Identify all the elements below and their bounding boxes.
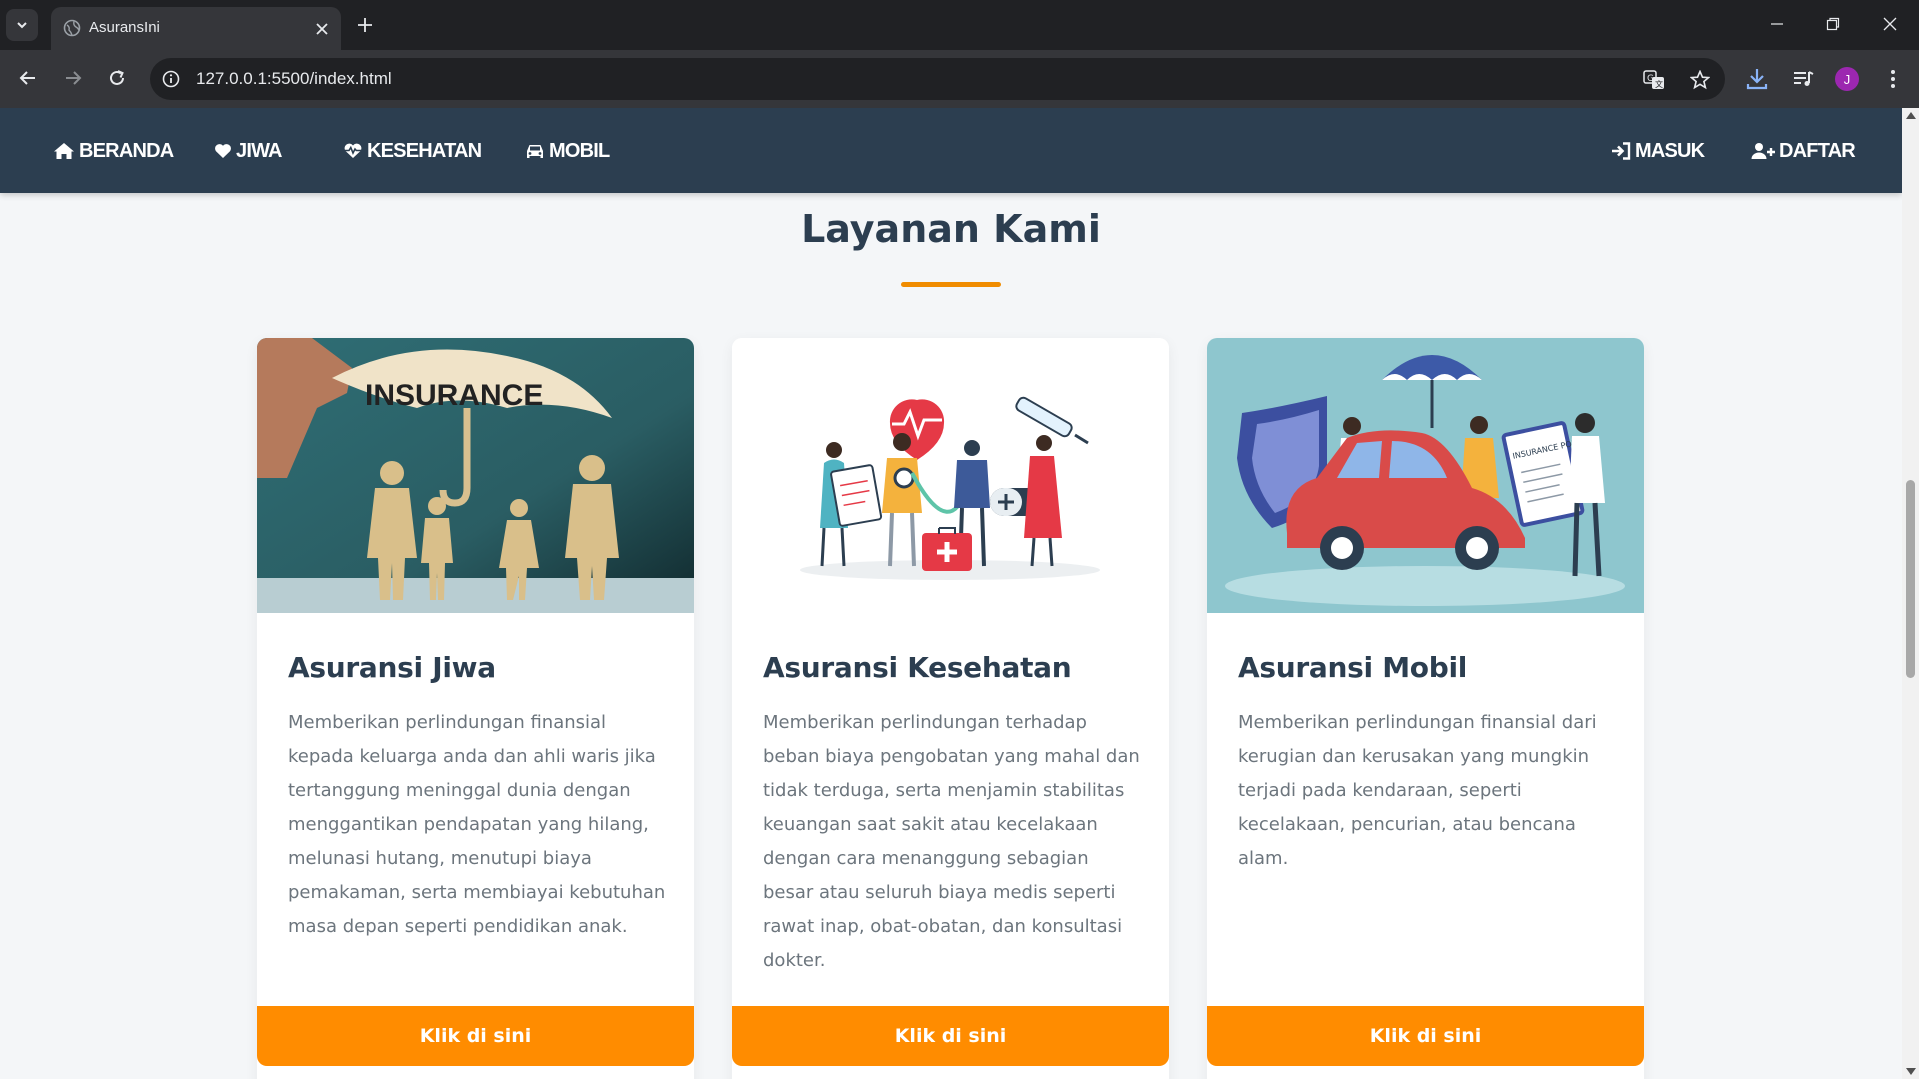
card-image-health-insurance xyxy=(732,338,1169,613)
minimize-icon xyxy=(1771,23,1783,25)
address-bar[interactable]: 127.0.0.1:5500/index.html G文 xyxy=(150,58,1725,100)
home-icon xyxy=(54,143,74,159)
arrow-left-icon xyxy=(19,71,35,85)
reload-button[interactable] xyxy=(100,61,134,95)
tab-close-button[interactable] xyxy=(311,18,333,40)
more-vert-icon xyxy=(1891,70,1895,88)
section-title: Layanan Kami xyxy=(801,207,1101,251)
nav-link-label: DAFTAR xyxy=(1779,139,1856,162)
insurance-text: INSURANCE xyxy=(365,379,543,412)
nav-link-mobil[interactable]: MOBIL xyxy=(525,137,610,165)
downloads-button[interactable] xyxy=(1741,63,1773,95)
site-info-button[interactable] xyxy=(160,68,182,90)
forward-button[interactable] xyxy=(56,61,90,95)
site-navbar: BERANDA JIWA KESEHATAN MOBIL MASUK DAFTA… xyxy=(0,108,1902,193)
scroll-down-arrow-icon[interactable] xyxy=(1906,1068,1916,1075)
new-tab-button[interactable] xyxy=(352,12,378,38)
back-button[interactable] xyxy=(11,61,45,95)
svg-text:G: G xyxy=(1647,74,1654,84)
profile-avatar[interactable]: J xyxy=(1835,67,1859,91)
service-card-jiwa: INSURANCE Asuransi Jiwa Memberikan perli… xyxy=(257,338,694,1079)
close-icon xyxy=(1883,17,1897,31)
browser-menu-button[interactable] xyxy=(1877,63,1909,95)
chevron-down-icon xyxy=(17,22,27,29)
nav-link-jiwa[interactable]: JIWA xyxy=(214,137,282,165)
title-underline xyxy=(901,282,1001,287)
download-icon xyxy=(1746,69,1768,90)
browser-tabstrip: AsuransIni xyxy=(0,0,1919,50)
card-description: Memberikan perlindungan finansial kepada… xyxy=(288,712,666,937)
scrollbar-thumb[interactable] xyxy=(1906,480,1915,678)
translate-icon: G文 xyxy=(1643,70,1664,89)
svg-text:文: 文 xyxy=(1655,79,1663,89)
card-description: Memberikan perlindungan terhadap beban b… xyxy=(763,712,1140,971)
card-button-kesehatan[interactable]: Klik di sini xyxy=(732,1006,1169,1066)
browser-toolbar: 127.0.0.1:5500/index.html G文 J xyxy=(0,50,1919,108)
page-viewport: BERANDA JIWA KESEHATAN MOBIL MASUK DAFTA… xyxy=(0,108,1902,1079)
card-image-car-insurance: INSURANCE POLICY xyxy=(1207,338,1644,613)
nav-link-daftar[interactable]: DAFTAR xyxy=(1751,137,1856,165)
media-controls-button[interactable] xyxy=(1787,63,1819,95)
nav-link-label: JIWA xyxy=(236,139,282,162)
playlist-icon xyxy=(1794,71,1814,86)
tab-title: AsuransIni xyxy=(89,19,160,36)
service-card-kesehatan: Asuransi Kesehatan Memberikan perlindung… xyxy=(732,338,1169,1079)
scroll-up-arrow-icon[interactable] xyxy=(1906,112,1916,119)
card-button-mobil[interactable]: Klik di sini xyxy=(1207,1006,1644,1066)
bookmark-button[interactable] xyxy=(1687,67,1713,93)
nav-link-kesehatan[interactable]: KESEHATAN xyxy=(343,137,482,165)
reload-icon xyxy=(110,70,124,85)
car-icon xyxy=(527,144,543,158)
card-image-life-insurance: INSURANCE xyxy=(257,338,694,613)
close-window-button[interactable] xyxy=(1870,8,1910,40)
card-title: Asuransi Mobil xyxy=(1238,651,1468,684)
nav-link-label: KESEHATAN xyxy=(367,139,482,162)
service-card-mobil: INSURANCE POLICY Asuransi Mobil Memberik… xyxy=(1207,338,1644,1079)
page-scrollbar[interactable] xyxy=(1902,108,1919,1079)
translate-button[interactable]: G文 xyxy=(1641,67,1667,93)
star-icon xyxy=(1690,70,1710,90)
globe-icon xyxy=(63,19,81,37)
card-button-jiwa[interactable]: Klik di sini xyxy=(257,1006,694,1066)
minimize-button[interactable] xyxy=(1757,8,1797,40)
url-text[interactable]: 127.0.0.1:5500/index.html xyxy=(196,69,392,89)
close-icon xyxy=(316,23,328,35)
browser-tab-active[interactable]: AsuransIni xyxy=(51,7,341,50)
arrow-right-icon xyxy=(66,71,82,85)
restore-button[interactable] xyxy=(1813,8,1853,40)
nav-link-label: MOBIL xyxy=(549,139,610,162)
restore-icon xyxy=(1826,17,1840,31)
plus-icon xyxy=(358,18,372,32)
card-description: Memberikan perlindungan finansial dari k… xyxy=(1238,712,1597,869)
heart-icon xyxy=(215,144,231,158)
info-icon xyxy=(162,70,180,88)
tab-search-button[interactable] xyxy=(6,9,38,41)
card-title: Asuransi Jiwa xyxy=(288,651,496,684)
nav-link-label: BERANDA xyxy=(79,139,174,162)
nav-link-label: MASUK xyxy=(1635,139,1705,162)
nav-link-beranda[interactable]: BERANDA xyxy=(53,137,174,165)
heart-pulse-icon xyxy=(344,143,362,158)
user-plus-icon xyxy=(1751,143,1775,159)
card-title: Asuransi Kesehatan xyxy=(763,651,1072,684)
sign-in-icon xyxy=(1612,142,1631,160)
nav-link-masuk[interactable]: MASUK xyxy=(1611,137,1705,165)
